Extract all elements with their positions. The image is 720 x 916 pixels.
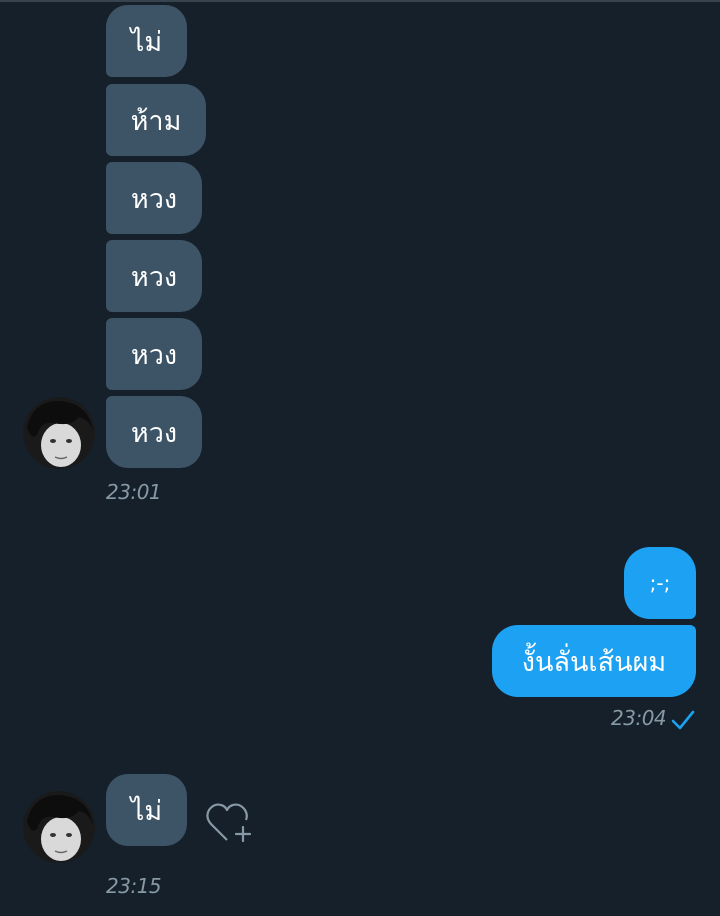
avatar[interactable]	[23, 397, 95, 469]
message-bubble-outgoing[interactable]: งั้นลั่นเส้นผม	[492, 625, 696, 697]
dm-conversation: ไม่ ห้าม หวง หวง หวง หวง 23:01 ;-; งั้นล…	[0, 0, 720, 916]
message-bubble-incoming[interactable]: หวง	[106, 318, 202, 390]
timestamp: 23:04	[611, 706, 667, 730]
avatar-image	[23, 791, 95, 863]
message-bubble-incoming[interactable]: ห้าม	[106, 84, 206, 156]
message-text: ห้าม	[130, 105, 182, 137]
timestamp: 23:01	[106, 480, 162, 504]
message-bubble-incoming[interactable]: ไม่	[106, 5, 187, 77]
message-text: งั้นลั่นเส้นผม	[521, 646, 667, 678]
message-text: หวง	[130, 417, 178, 449]
message-bubble-incoming[interactable]: หวง	[106, 240, 202, 312]
message-text: หวง	[130, 339, 178, 371]
timestamp: 23:15	[106, 874, 162, 898]
message-bubble-incoming[interactable]: ไม่	[106, 774, 187, 846]
message-text: ;-;	[649, 571, 671, 595]
message-text: ไม่	[130, 26, 163, 58]
message-bubble-incoming[interactable]: หวง	[106, 396, 202, 468]
message-bubble-outgoing[interactable]: ;-;	[624, 547, 696, 619]
message-bubble-incoming[interactable]: หวง	[106, 162, 202, 234]
message-text: หวง	[130, 183, 178, 215]
header-divider	[0, 0, 720, 2]
avatar[interactable]	[23, 791, 95, 863]
message-text: หวง	[130, 261, 178, 293]
check-icon	[671, 710, 695, 730]
heart-add-icon[interactable]	[204, 800, 254, 846]
avatar-image	[23, 397, 95, 469]
message-text: ไม่	[130, 795, 163, 827]
